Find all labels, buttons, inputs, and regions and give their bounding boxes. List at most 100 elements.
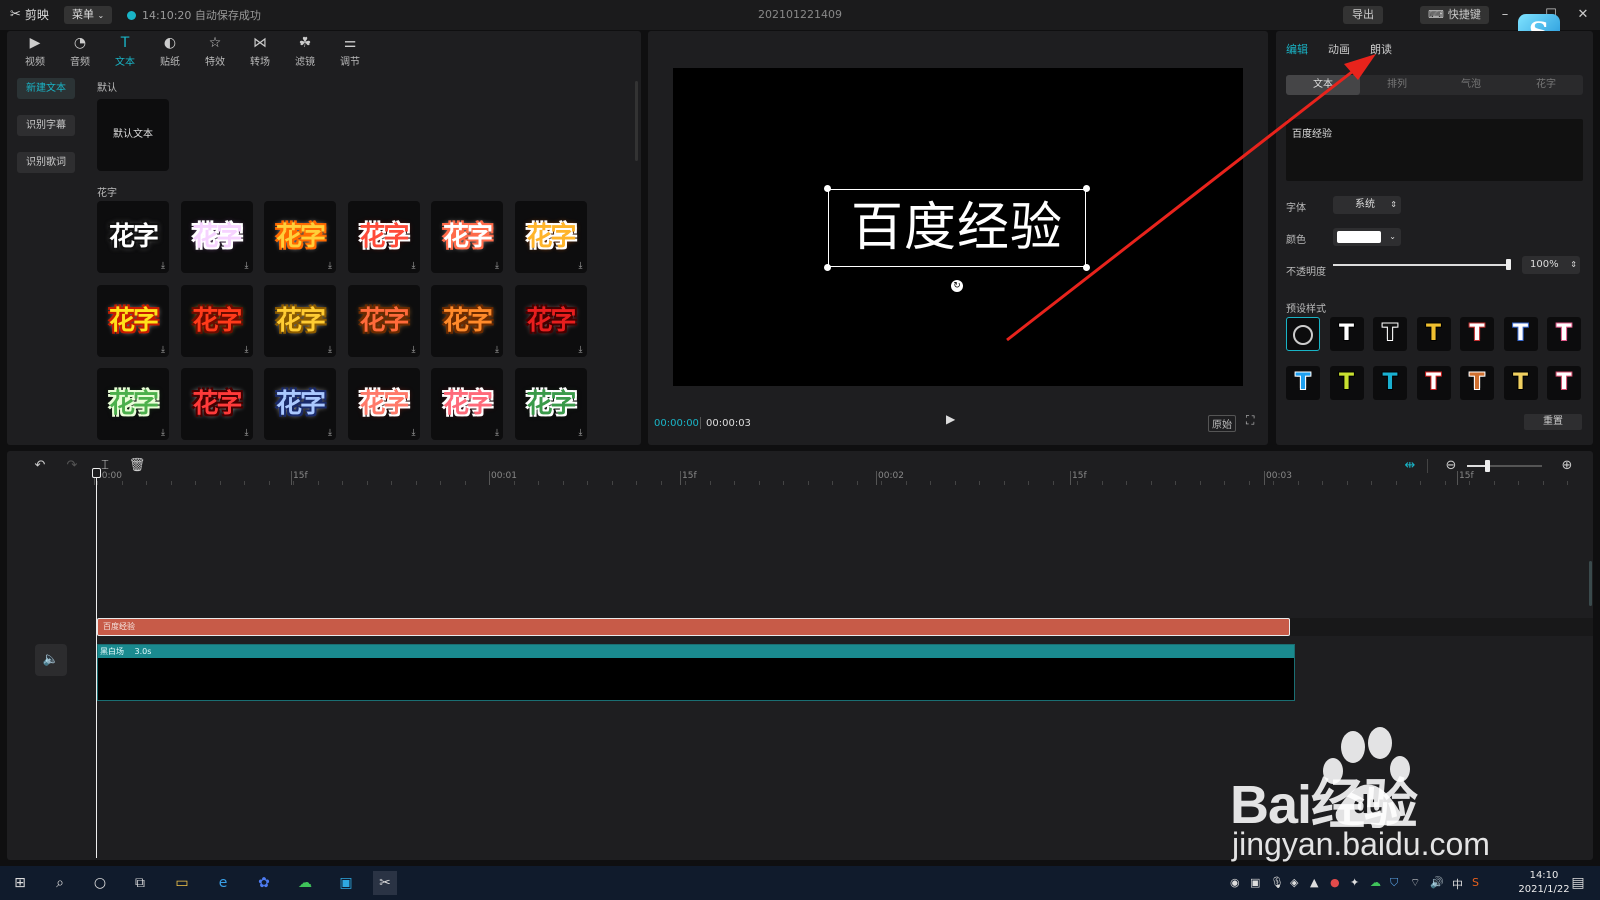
- recognize-lyrics-button[interactable]: 识别歌词: [17, 152, 75, 173]
- delete-icon[interactable]: 🗑: [126, 455, 148, 477]
- text-content-input[interactable]: 百度经验: [1286, 119, 1583, 181]
- no-style-icon[interactable]: [1286, 317, 1320, 351]
- zoom-in-icon[interactable]: ⊕: [1556, 455, 1578, 477]
- preset-style-chip[interactable]: T: [1460, 317, 1494, 351]
- fancy-text-card[interactable]: 花字 ⤓: [180, 368, 253, 440]
- preset-style-chip[interactable]: T: [1460, 366, 1494, 400]
- segment-bubble[interactable]: 气泡: [1434, 75, 1508, 95]
- baidu-paw-icon[interactable]: ✿: [252, 871, 276, 895]
- preview-canvas[interactable]: 百度经验 ↻: [673, 68, 1243, 386]
- fancy-text-card[interactable]: 花字 ⤓: [514, 201, 587, 273]
- opacity-stepper[interactable]: 100% ⇕: [1522, 256, 1580, 274]
- clock-date[interactable]: 2021/1/22: [1514, 884, 1574, 895]
- preset-style-chip[interactable]: T: [1547, 317, 1581, 351]
- tray-shield-icon[interactable]: ⛉: [1390, 876, 1398, 890]
- mute-track-button[interactable]: 🔈: [35, 644, 67, 676]
- notification-icon[interactable]: ▤: [1566, 871, 1590, 895]
- fancy-text-card[interactable]: 花字 ⤓: [347, 201, 420, 273]
- minimize-button[interactable]: –: [1494, 4, 1516, 26]
- tray-sogou-icon[interactable]: S: [1472, 876, 1479, 889]
- new-text-button[interactable]: 新建文本: [17, 78, 75, 99]
- export-button[interactable]: 导出: [1343, 6, 1383, 24]
- tray-record-icon[interactable]: ●: [1330, 876, 1340, 889]
- fancy-text-card[interactable]: 花字 ⤓: [431, 201, 503, 273]
- magnet-snap-icon[interactable]: ⇹: [1399, 455, 1421, 477]
- search-icon[interactable]: ⌕: [48, 871, 72, 895]
- app-store-icon[interactable]: ▣: [334, 871, 358, 895]
- tab-adjust[interactable]: ⚌ 调节: [330, 33, 370, 69]
- tray-wifi-icon[interactable]: ⌔: [1410, 876, 1420, 890]
- tray-nvidia-icon[interactable]: ▲: [1310, 876, 1318, 889]
- close-button[interactable]: ✕: [1572, 4, 1594, 26]
- segment-text[interactable]: 文本: [1286, 75, 1360, 95]
- play-icon[interactable]: ▶: [946, 412, 955, 426]
- cortana-icon[interactable]: ○: [88, 871, 112, 895]
- resize-handle-bottom-left[interactable]: [824, 264, 831, 271]
- resize-handle-top-right[interactable]: [1083, 185, 1090, 192]
- edge-browser-icon[interactable]: e: [211, 871, 235, 895]
- preset-style-chip[interactable]: T: [1416, 317, 1451, 351]
- preset-style-chip[interactable]: T: [1547, 366, 1581, 400]
- clock-time[interactable]: 14:10: [1514, 870, 1574, 881]
- tab-effects[interactable]: ☆ 特效: [195, 33, 235, 69]
- color-picker[interactable]: ⌄: [1333, 228, 1401, 246]
- playhead-handle[interactable]: [92, 468, 101, 478]
- fancy-text-card[interactable]: 花字 ⤓: [97, 201, 169, 273]
- zoom-slider-track[interactable]: [1467, 465, 1542, 467]
- capcut-taskbar-icon[interactable]: ✂: [373, 871, 397, 895]
- preview-text-box[interactable]: 百度经验: [828, 189, 1086, 267]
- segment-layout[interactable]: 排列: [1360, 75, 1434, 95]
- tray-ime[interactable]: 中: [1452, 876, 1463, 892]
- recognize-subtitle-button[interactable]: 识别字幕: [17, 115, 75, 136]
- fancy-text-card[interactable]: 花字 ⤓: [97, 284, 169, 357]
- redo-icon[interactable]: ↷: [61, 455, 83, 477]
- segment-fancy[interactable]: 花字: [1509, 75, 1583, 95]
- tray-microphone-icon[interactable]: 🎙: [1270, 876, 1284, 889]
- shortcut-button[interactable]: ⌨ 快捷键: [1420, 6, 1489, 24]
- fancy-text-card[interactable]: 花字 ⤓: [264, 201, 336, 273]
- preset-style-chip[interactable]: T: [1416, 366, 1451, 400]
- tab-text[interactable]: T 文本: [105, 33, 145, 69]
- preset-style-chip[interactable]: T: [1373, 317, 1407, 351]
- undo-icon[interactable]: ↶: [29, 455, 51, 477]
- opacity-slider-thumb[interactable]: [1506, 259, 1511, 270]
- preset-style-chip[interactable]: T: [1503, 366, 1538, 400]
- wechat-icon[interactable]: ☁: [293, 871, 317, 895]
- fancy-text-card[interactable]: 花字 ⤓: [431, 368, 503, 440]
- font-select[interactable]: 系统 ⇕: [1333, 196, 1401, 214]
- tray-volume-icon[interactable]: 🔊: [1430, 876, 1444, 889]
- fancy-text-card[interactable]: 花字 ⤓: [514, 284, 587, 357]
- fancy-text-card[interactable]: 花字 ⤓: [180, 284, 253, 357]
- media-scrollbar[interactable]: [635, 81, 638, 161]
- fancy-text-card[interactable]: 花字 ⤓: [180, 201, 253, 273]
- windows-start-icon[interactable]: ⊞: [8, 871, 32, 895]
- ratio-button[interactable]: 原始: [1208, 415, 1236, 432]
- preset-style-chip[interactable]: T: [1373, 366, 1407, 400]
- fancy-text-card[interactable]: 花字 ⤓: [347, 368, 420, 440]
- fullscreen-icon[interactable]: ⛶: [1246, 413, 1254, 428]
- video-clip[interactable]: 黑白场 3.0s: [97, 644, 1295, 701]
- fancy-text-card[interactable]: 花字 ⤓: [514, 368, 587, 440]
- tray-game-icon[interactable]: ✦: [1350, 876, 1359, 889]
- resize-handle-bottom-right[interactable]: [1083, 264, 1090, 271]
- rotate-handle-icon[interactable]: ↻: [951, 280, 963, 292]
- fancy-text-card[interactable]: 花字 ⤓: [431, 284, 503, 357]
- tray-screen-icon[interactable]: ▣: [1250, 876, 1260, 889]
- fancy-text-card[interactable]: 花字 ⤓: [264, 368, 336, 440]
- opacity-slider-track[interactable]: [1333, 264, 1509, 266]
- tray-network-icon[interactable]: ◉: [1230, 876, 1240, 889]
- tab-transition[interactable]: ⋈ 转场: [240, 33, 280, 69]
- text-clip[interactable]: 百度经验: [97, 618, 1290, 636]
- preset-style-chip[interactable]: T: [1329, 317, 1364, 351]
- tab-audio[interactable]: ◔ 音频: [60, 33, 100, 69]
- preset-style-chip[interactable]: T: [1329, 366, 1364, 400]
- reset-button[interactable]: 重置: [1524, 414, 1582, 430]
- fancy-text-card[interactable]: 花字 ⤓: [97, 368, 169, 440]
- default-text-card[interactable]: 默认文本: [97, 99, 169, 171]
- preset-style-chip[interactable]: T: [1503, 317, 1538, 351]
- fancy-text-card[interactable]: 花字 ⤓: [347, 284, 420, 357]
- zoom-slider-thumb[interactable]: [1485, 460, 1490, 472]
- resize-handle-top-left[interactable]: [824, 185, 831, 192]
- task-view-icon[interactable]: ⧉: [128, 871, 152, 895]
- tab-sticker[interactable]: ◐ 贴纸: [150, 33, 190, 69]
